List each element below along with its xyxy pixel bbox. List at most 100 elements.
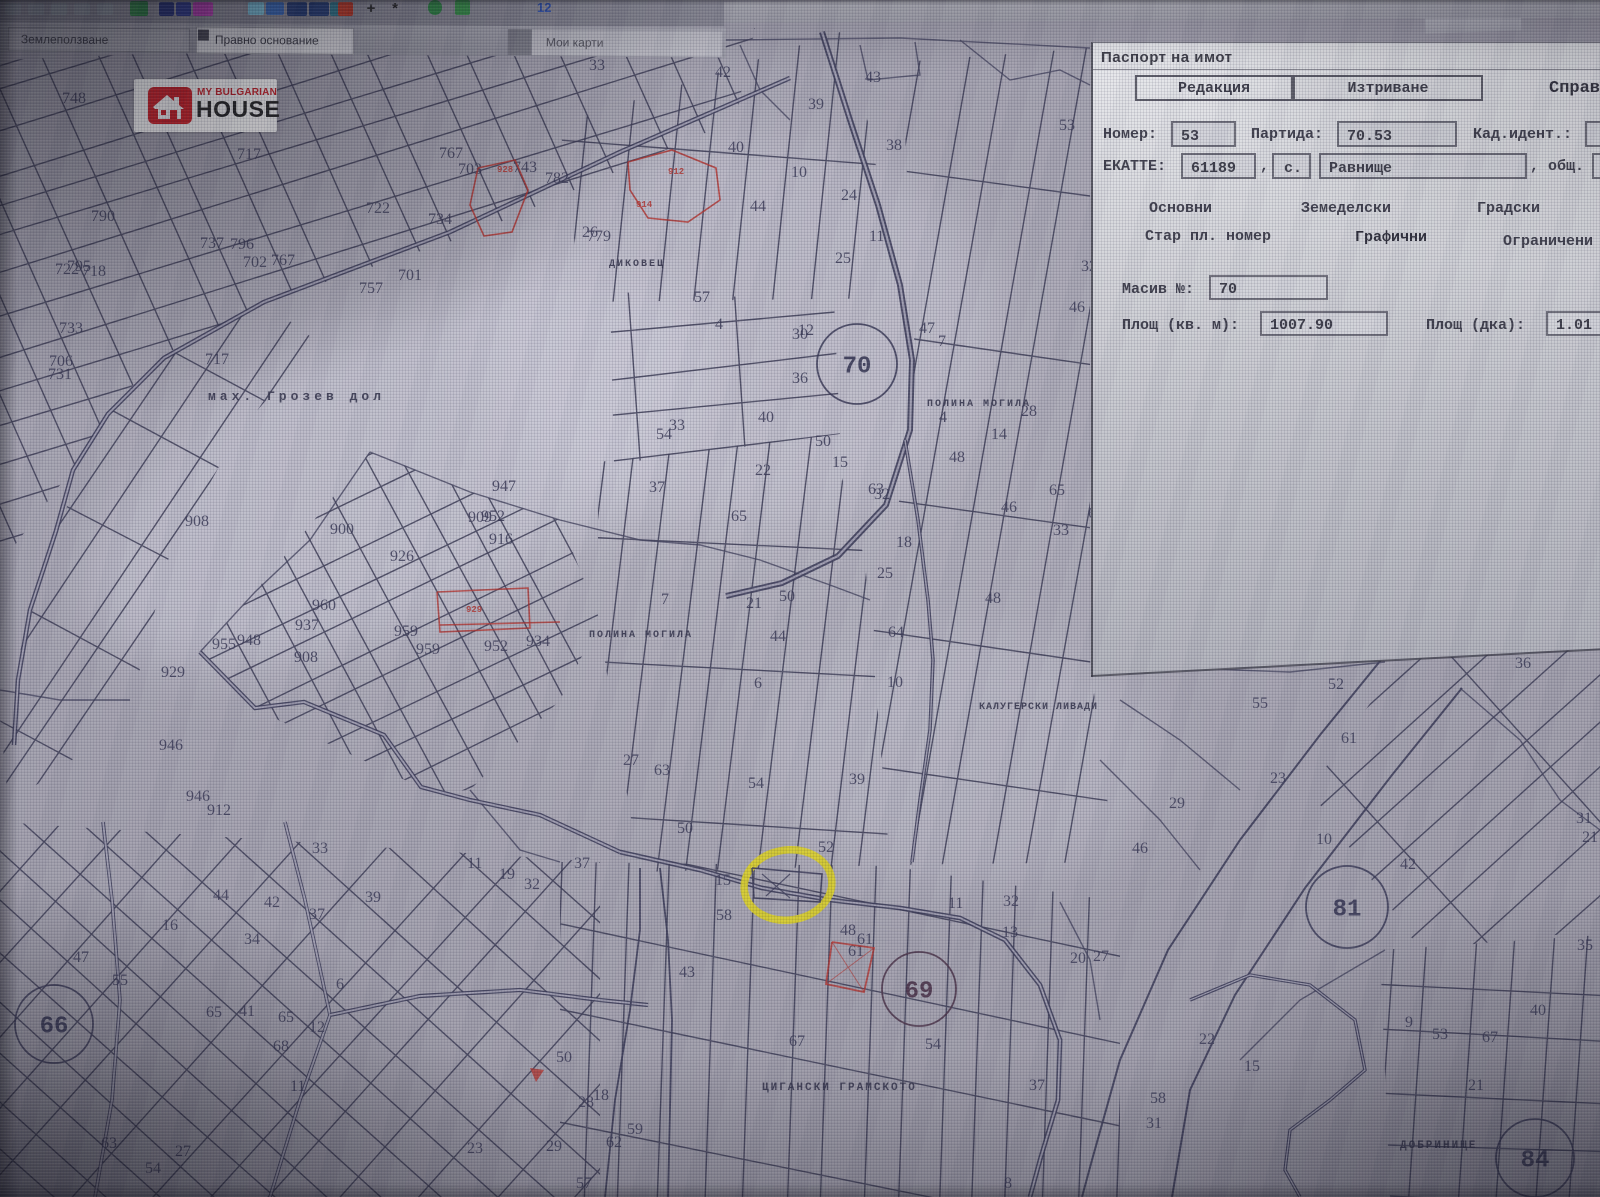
svg-text:16: 16 (162, 917, 178, 934)
svg-text:20: 20 (1070, 950, 1086, 967)
svg-text:947: 947 (492, 478, 516, 495)
svg-text:мах. Грозев дол: мах. Грозев дол (208, 389, 385, 404)
svg-text:6: 6 (336, 976, 344, 993)
svg-text:47: 47 (919, 320, 935, 337)
svg-text:52: 52 (818, 839, 834, 856)
svg-text:47: 47 (73, 949, 89, 966)
svg-text:37: 37 (649, 479, 665, 496)
svg-text:734: 734 (428, 211, 452, 228)
svg-text:4: 4 (715, 316, 723, 333)
svg-text:52: 52 (1328, 676, 1344, 693)
svg-text:908: 908 (185, 513, 209, 530)
svg-text:8: 8 (1004, 1175, 1012, 1192)
svg-text:29: 29 (546, 1138, 562, 1155)
svg-text:25: 25 (877, 565, 893, 582)
svg-text:27: 27 (175, 1143, 191, 1160)
svg-text:11: 11 (948, 895, 963, 912)
svg-text:795: 795 (67, 258, 91, 275)
svg-text:55: 55 (112, 972, 128, 989)
svg-text:11: 11 (467, 855, 482, 872)
svg-text:32: 32 (1003, 893, 1019, 910)
svg-text:46: 46 (1069, 299, 1085, 316)
svg-text:33: 33 (669, 417, 685, 434)
svg-text:27: 27 (623, 752, 639, 769)
svg-text:38: 38 (886, 137, 902, 154)
svg-text:7: 7 (661, 591, 669, 608)
svg-text:31: 31 (1146, 1115, 1162, 1132)
svg-text:57: 57 (694, 289, 710, 306)
svg-text:ДОБРИНИЩЕ: ДОБРИНИЩЕ (1400, 1140, 1477, 1152)
svg-text:9: 9 (1405, 1014, 1413, 1031)
svg-text:748: 748 (62, 90, 86, 107)
svg-text:7: 7 (938, 333, 946, 350)
svg-text:50: 50 (677, 820, 693, 837)
svg-text:948: 948 (237, 632, 261, 649)
svg-text:54: 54 (748, 775, 764, 792)
svg-text:934: 934 (526, 633, 550, 650)
svg-text:733: 733 (59, 320, 83, 337)
svg-text:928: 928 (497, 165, 513, 175)
svg-text:44: 44 (750, 198, 766, 215)
svg-text:737: 737 (200, 235, 224, 252)
svg-text:937: 937 (295, 617, 319, 634)
svg-text:15: 15 (715, 872, 731, 889)
svg-text:66: 66 (40, 1013, 69, 1040)
svg-text:42: 42 (715, 64, 731, 81)
svg-text:ПОЛИНА МОГИЛА: ПОЛИНА МОГИЛА (927, 399, 1031, 410)
svg-text:68: 68 (273, 1038, 289, 1055)
svg-text:33: 33 (589, 57, 605, 74)
svg-text:43: 43 (865, 69, 881, 86)
svg-text:28: 28 (578, 1094, 594, 1111)
svg-text:959: 959 (394, 623, 418, 640)
svg-text:10: 10 (887, 674, 903, 691)
svg-text:952: 952 (484, 638, 508, 655)
svg-text:14: 14 (991, 426, 1007, 443)
svg-text:53: 53 (1059, 117, 1075, 134)
svg-text:54: 54 (925, 1036, 941, 1053)
svg-text:946: 946 (159, 737, 183, 754)
svg-text:70: 70 (843, 353, 872, 380)
svg-text:48: 48 (949, 449, 965, 466)
svg-text:67: 67 (1482, 1029, 1498, 1046)
svg-text:39: 39 (365, 889, 381, 906)
svg-text:782: 782 (545, 170, 569, 187)
svg-text:909: 909 (468, 509, 492, 526)
svg-text:40: 40 (758, 409, 774, 426)
svg-text:25: 25 (835, 250, 851, 267)
svg-text:57: 57 (576, 1175, 592, 1192)
svg-text:ПОЛИНА МОГИЛА: ПОЛИНА МОГИЛА (589, 630, 693, 641)
svg-text:900: 900 (330, 521, 354, 538)
svg-text:22: 22 (1199, 1031, 1215, 1048)
svg-text:64: 64 (888, 624, 904, 641)
svg-text:65: 65 (731, 508, 747, 525)
svg-text:62: 62 (606, 1134, 622, 1151)
svg-text:19: 19 (499, 866, 515, 883)
svg-text:11: 11 (290, 1078, 305, 1095)
svg-text:58: 58 (1150, 1090, 1166, 1107)
svg-text:23: 23 (1270, 770, 1286, 787)
svg-text:53: 53 (1432, 1026, 1448, 1043)
svg-text:743: 743 (513, 159, 537, 176)
svg-text:35: 35 (1577, 937, 1593, 954)
svg-text:50: 50 (815, 433, 831, 450)
svg-text:50: 50 (779, 588, 795, 605)
svg-text:914: 914 (636, 200, 653, 210)
svg-text:65: 65 (206, 1004, 222, 1021)
svg-text:926: 926 (390, 548, 414, 565)
svg-text:41: 41 (239, 1003, 255, 1020)
svg-text:18: 18 (593, 1087, 609, 1104)
svg-text:12: 12 (309, 1019, 325, 1036)
svg-text:960: 960 (312, 597, 336, 614)
svg-text:18: 18 (896, 534, 912, 551)
svg-text:790: 790 (91, 208, 115, 225)
svg-text:ДИКОВЕЦ: ДИКОВЕЦ (609, 259, 665, 270)
svg-text:702: 702 (243, 254, 267, 271)
svg-text:44: 44 (770, 628, 786, 645)
svg-text:44: 44 (213, 887, 229, 904)
svg-text:39: 39 (808, 96, 824, 113)
svg-text:717: 717 (237, 146, 261, 163)
svg-text:4: 4 (939, 409, 947, 426)
svg-text:81: 81 (1333, 896, 1362, 923)
svg-text:30: 30 (792, 326, 808, 343)
svg-text:КАЛУГЕРСКИ ЛИВАДИ: КАЛУГЕРСКИ ЛИВАДИ (979, 702, 1098, 713)
